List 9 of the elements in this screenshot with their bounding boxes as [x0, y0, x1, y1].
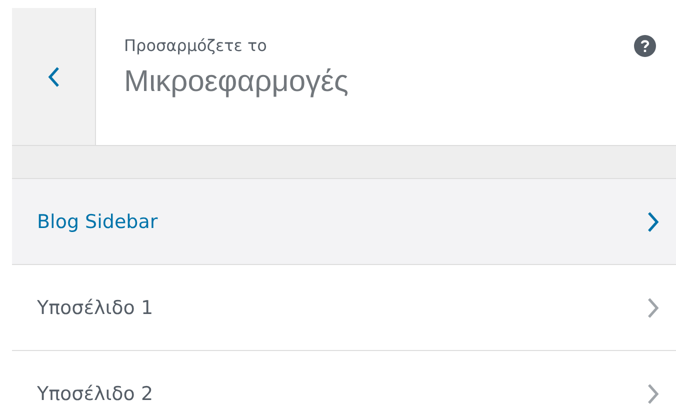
- panel-subtitle: Προσαρμόζετε το: [124, 36, 268, 55]
- chevron-right-icon: [646, 210, 660, 234]
- chevron-right-icon: [646, 296, 660, 320]
- chevron-right-icon: [646, 382, 660, 406]
- chevron-left-icon: [46, 64, 60, 88]
- help-button[interactable]: [634, 35, 656, 57]
- panel-title: Μικροεφαρμογές: [124, 65, 350, 99]
- help-icon: [640, 39, 650, 53]
- section-item[interactable]: Blog Sidebar: [12, 179, 676, 265]
